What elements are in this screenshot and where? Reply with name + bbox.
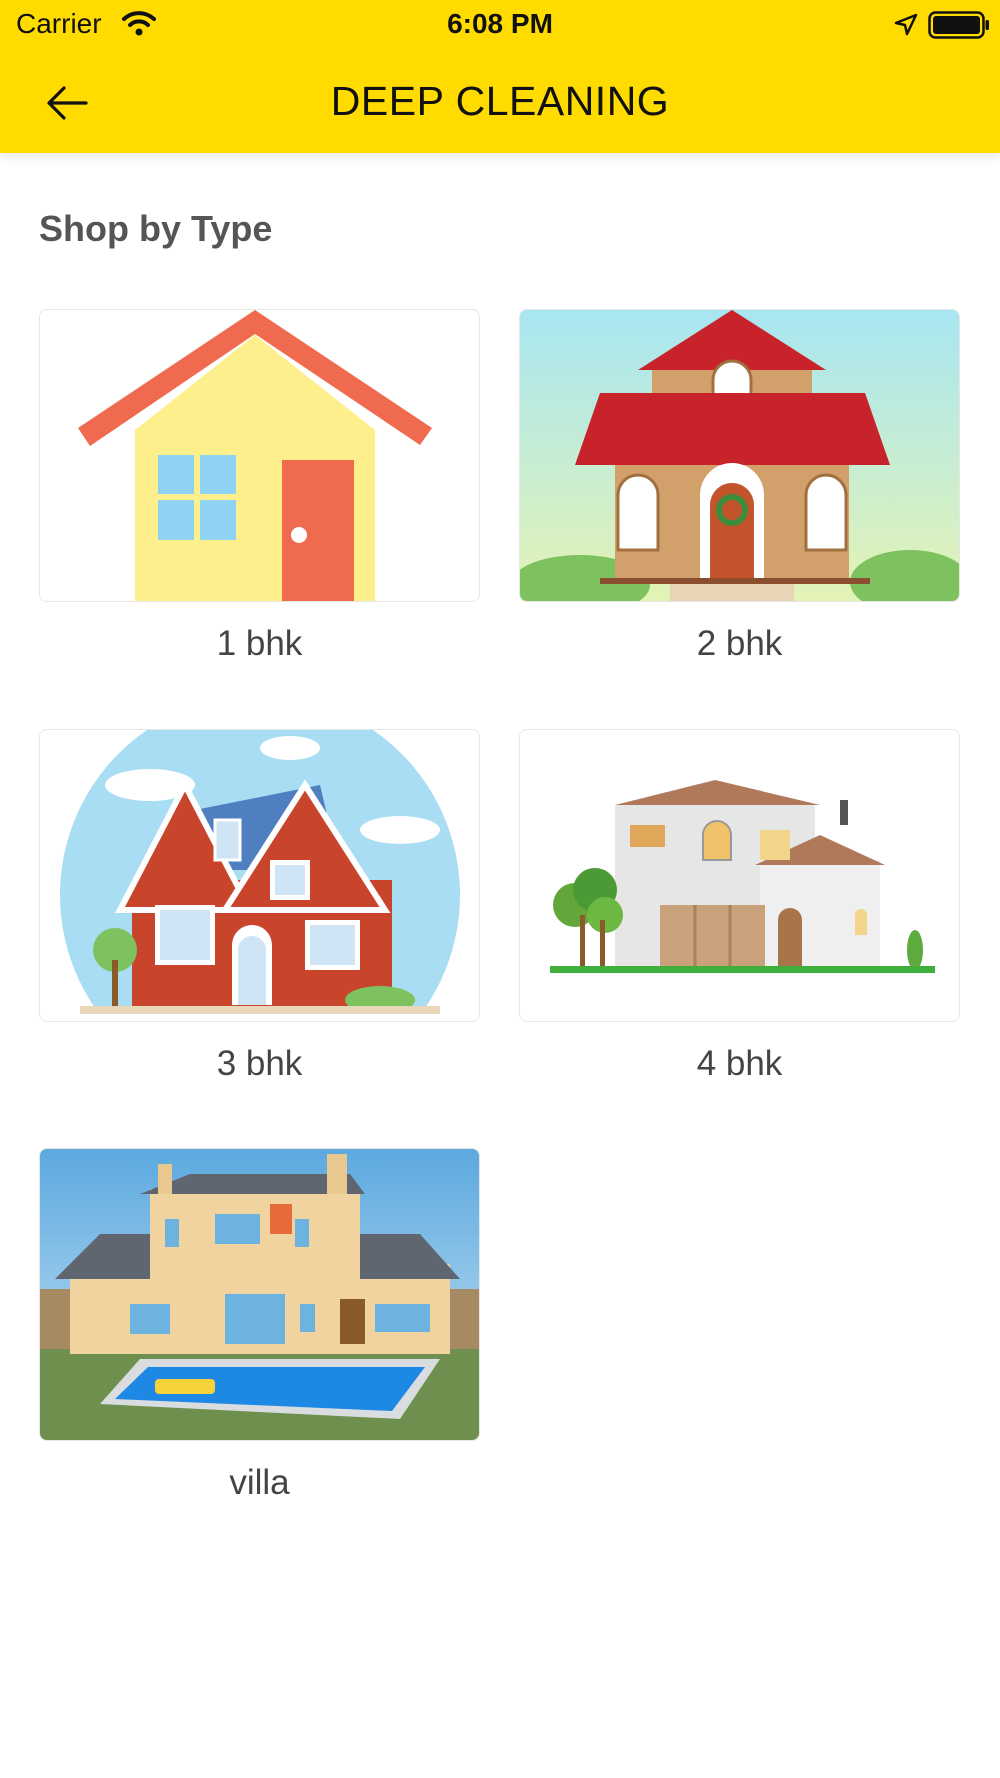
type-card-1bhk[interactable]: 1 bhk	[39, 309, 480, 664]
type-card-4bhk[interactable]: 4 bhk	[519, 729, 960, 1084]
house-4bhk-image	[519, 729, 960, 1022]
type-card-villa[interactable]: villa	[39, 1148, 480, 1503]
battery-icon	[928, 11, 990, 44]
type-label: 1 bhk	[216, 624, 303, 663]
type-label: villa	[229, 1463, 290, 1502]
house-2bhk-image	[519, 309, 960, 602]
type-card-2bhk[interactable]: 2 bhk	[519, 309, 960, 664]
status-bar: Carrier 6:08 PM	[0, 0, 1000, 50]
type-label: 4 bhk	[696, 1044, 783, 1083]
house-3bhk-image	[39, 729, 480, 1022]
page-title: DEEP CLEANING	[330, 78, 670, 124]
section-title: Shop by Type	[39, 208, 273, 249]
type-label: 3 bhk	[216, 1044, 303, 1083]
status-time: 6:08 PM	[447, 8, 553, 39]
house-villa-image	[39, 1148, 480, 1441]
type-card-3bhk[interactable]: 3 bhk	[39, 729, 480, 1084]
house-1bhk-image	[39, 309, 480, 602]
app-header: Carrier 6:08 PM DEEP CLEANING	[0, 0, 1000, 153]
location-arrow-icon	[893, 12, 919, 43]
type-label: 2 bhk	[696, 624, 783, 663]
